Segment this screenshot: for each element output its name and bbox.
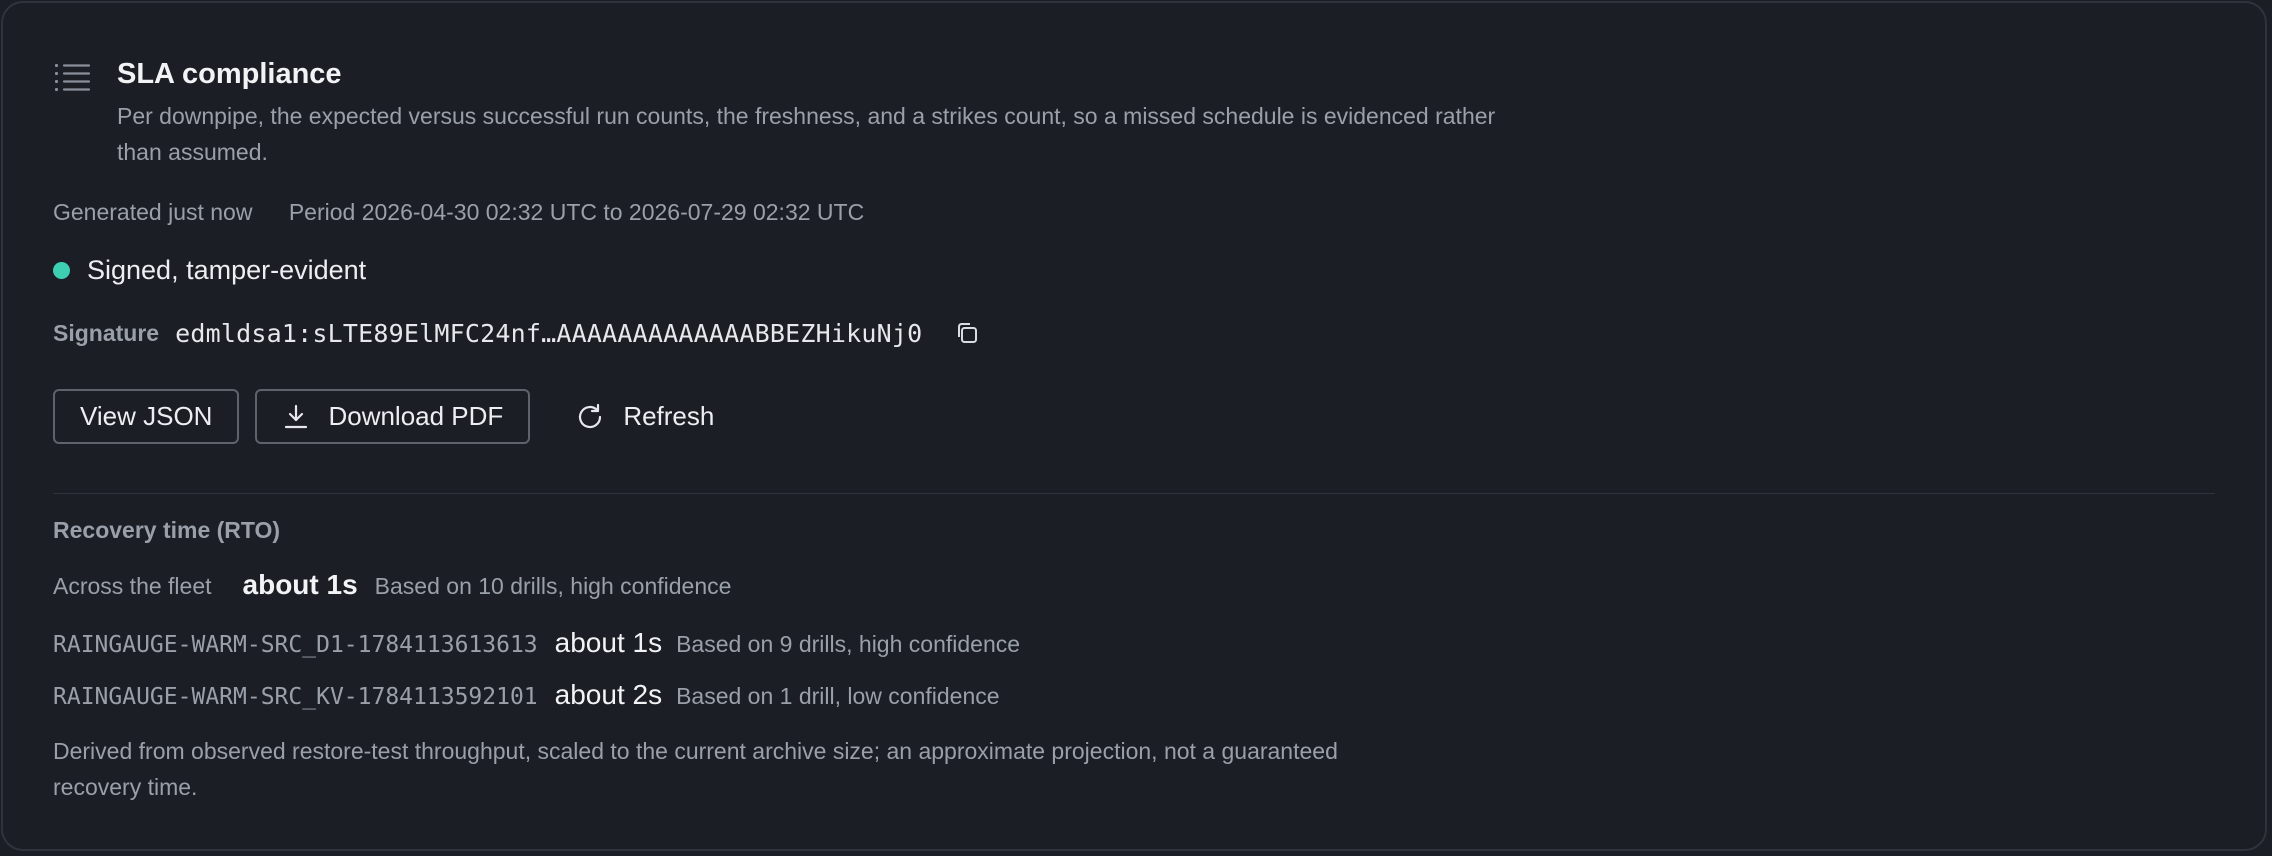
report-period: Period 2026-04-30 02:32 UTC to 2026-07-2… [288, 199, 865, 225]
refresh-button[interactable]: Refresh [548, 389, 741, 444]
pipeline-rto-value: about 2s [554, 679, 663, 710]
pipeline-name: RAINGAUGE-WARM-SRC_KV-1784113592101 [53, 684, 538, 710]
view-json-label: View JSON [80, 401, 213, 431]
copy-icon [958, 323, 978, 343]
section-divider [53, 493, 2215, 494]
signed-status-label: Signed, tamper-evident [87, 255, 367, 285]
signature-row: Signature edmldsa1:sLTE89ElMFC24nf…AAAAA… [53, 318, 982, 348]
pipeline-rto-basis: Based on 1 drill, low confidence [676, 683, 1000, 709]
rto-section-title: Recovery time (RTO) [53, 517, 281, 543]
report-meta: Generated just now Period 2026-04-30 02:… [53, 199, 864, 226]
pipeline-rto-basis: Based on 9 drills, high confidence [676, 631, 1021, 657]
download-icon [282, 403, 310, 431]
download-pdf-label: Download PDF [328, 401, 504, 431]
report-title: SLA compliance [117, 58, 342, 90]
pipeline-rto-row: RAINGAUGE-WARM-SRC_D1-1784113613613 abou… [53, 627, 1020, 659]
status-dot [53, 262, 70, 279]
pipeline-rto-value: about 1s [554, 627, 663, 658]
fleet-rto-basis: Based on 10 drills, high confidence [374, 573, 732, 599]
pipeline-name: RAINGAUGE-WARM-SRC_D1-1784113613613 [53, 632, 538, 658]
download-pdf-button[interactable]: Download PDF [255, 389, 531, 444]
refresh-icon [575, 402, 605, 432]
list-icon [53, 61, 93, 95]
fleet-label: Across the fleet [53, 573, 212, 599]
sla-compliance-card: SLA compliance Per downpipe, the expecte… [1, 1, 2267, 851]
refresh-label: Refresh [623, 401, 715, 431]
report-actions: View JSON Download PDF Refresh [53, 389, 741, 444]
report-description: Per downpipe, the expected versus succes… [117, 103, 1496, 165]
generated-time: Generated just now [53, 199, 253, 225]
signed-status: Signed, tamper-evident [53, 255, 366, 286]
pipeline-rto-row: RAINGAUGE-WARM-SRC_KV-1784113592101 abou… [53, 679, 1000, 711]
rto-footnote: Derived from observed restore-test throu… [53, 738, 1338, 800]
view-json-button[interactable]: View JSON [53, 389, 240, 444]
signature-label: Signature [53, 319, 160, 346]
signature-value: edmldsa1:sLTE89ElMFC24nf…AAAAAAAAAAAAABB… [175, 318, 923, 348]
copy-signature-button[interactable] [952, 318, 982, 348]
fleet-rto-value: about 1s [242, 569, 358, 600]
fleet-rto-row: Across the fleet about 1s Based on 10 dr… [53, 569, 731, 601]
